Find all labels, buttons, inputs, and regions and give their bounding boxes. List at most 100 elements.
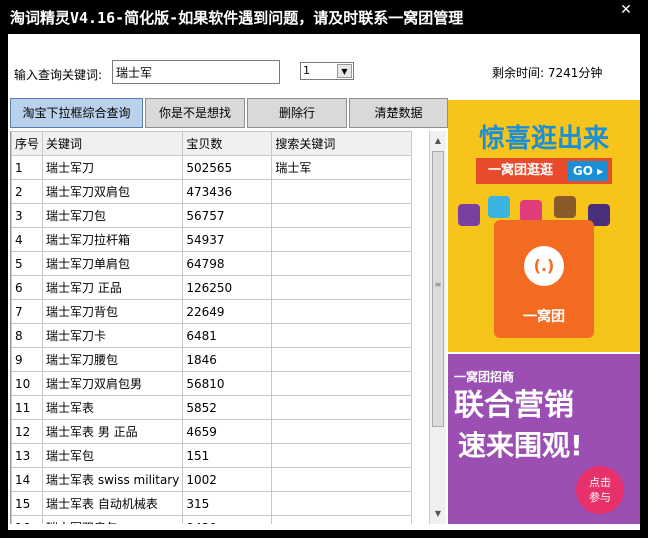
cell-keyword[interactable]: 瑞士军表 [42,395,184,420]
table-row[interactable]: 15 瑞士军表 自动机械表 315 [11,491,413,516]
cell-search-keyword[interactable] [271,251,413,276]
table-row[interactable]: 8 瑞士军刀卡 6481 [11,323,413,348]
ad-go-button[interactable]: GO ▸ [568,161,608,181]
close-icon[interactable]: ✕ [610,2,642,18]
ad-go-banner[interactable]: 一窝团逛逛 GO ▸ [476,158,612,184]
cell-item-count[interactable]: 1846 [182,347,273,372]
table-scrollbar[interactable]: ▲ ≡ ▼ [429,131,446,524]
cell-item-count[interactable]: 56757 [182,203,273,228]
cell-search-keyword[interactable] [271,491,413,516]
did-you-mean-button[interactable]: 你是不是想找 [145,98,245,128]
col-header-search-keyword[interactable]: 搜索关键词 [271,131,413,156]
cell-keyword[interactable]: 瑞士军包 [42,443,184,468]
table-row[interactable]: 14 瑞士军表 swiss military 1002 [11,467,413,492]
cell-item-count[interactable]: 315 [182,491,273,516]
table-row[interactable]: 11 瑞士军表 5852 [11,395,413,420]
cell-item-count[interactable]: 473436 [182,179,273,204]
cell-keyword[interactable]: 瑞士军刀 [42,155,184,180]
cell-item-count[interactable]: 56810 [182,371,273,396]
ad-banner-bottom[interactable]: 一窝团招商 联合营销 速来围观! 点击 参与 [448,354,640,524]
cell-keyword[interactable]: 瑞士军刀卡 [42,323,184,348]
table-row[interactable]: 6 瑞士军刀 正品 126250 [11,275,413,300]
cell-keyword[interactable]: 瑞士军表 自动机械表 [42,491,184,516]
cell-index[interactable]: 16 [11,515,44,524]
cell-keyword[interactable]: 瑞士军刀双肩包 [42,179,184,204]
taobao-dropdown-query-button[interactable]: 淘宝下拉框综合查询 [10,98,143,128]
cell-search-keyword[interactable] [271,395,413,420]
cell-search-keyword[interactable] [271,419,413,444]
cell-search-keyword[interactable]: 瑞士军 [271,155,413,180]
cell-search-keyword[interactable] [271,299,413,324]
cell-index[interactable]: 3 [11,203,44,228]
chevron-down-icon[interactable]: ▼ [337,64,352,78]
cell-index[interactable]: 8 [11,323,44,348]
cell-keyword[interactable]: 瑞士军表 男 正品 [42,419,184,444]
cell-search-keyword[interactable] [271,371,413,396]
cell-search-keyword[interactable] [271,227,413,252]
col-header-index[interactable]: 序号 [11,131,44,156]
cell-index[interactable]: 4 [11,227,44,252]
cell-search-keyword[interactable] [271,275,413,300]
cell-item-count[interactable]: 6481 [182,323,273,348]
ad-banner-top[interactable]: 惊喜逛出来 一窝团逛逛 GO ▸ (.) 一窝团 [448,100,640,352]
cell-item-count[interactable]: 64798 [182,251,273,276]
cell-item-count[interactable]: 54937 [182,227,273,252]
cell-keyword[interactable]: 瑞士军双肩包 [42,515,184,524]
cell-keyword[interactable]: 瑞士军刀腰包 [42,347,184,372]
col-header-item-count[interactable]: 宝贝数 [182,131,273,156]
cell-keyword[interactable]: 瑞士军表 swiss military [42,467,184,492]
cell-keyword[interactable]: 瑞士军刀双肩包男 [42,371,184,396]
cell-keyword[interactable]: 瑞士军刀包 [42,203,184,228]
table-row[interactable]: 9 瑞士军刀腰包 1846 [11,347,413,372]
cell-search-keyword[interactable] [271,347,413,372]
clear-data-button[interactable]: 清楚数据 [349,98,448,128]
cell-index[interactable]: 15 [11,491,44,516]
cell-index[interactable]: 1 [11,155,44,180]
cell-index[interactable]: 2 [11,179,44,204]
cell-index[interactable]: 6 [11,275,44,300]
cell-item-count[interactable]: 22649 [182,299,273,324]
title-bar[interactable]: 淘词精灵V4.16-简化版-如果软件遇到问题，请及时联系一窝团管理 ✕ [0,0,648,34]
cell-index[interactable]: 11 [11,395,44,420]
cell-keyword[interactable]: 瑞士军刀背包 [42,299,184,324]
table-row[interactable]: 4 瑞士军刀拉杆箱 54937 [11,227,413,252]
cell-index[interactable]: 5 [11,251,44,276]
scroll-thumb[interactable]: ≡ [432,151,444,427]
scroll-up-icon[interactable]: ▲ [430,133,446,149]
cell-search-keyword[interactable] [271,515,413,524]
table-row[interactable]: 2 瑞士军刀双肩包 473436 [11,179,413,204]
cell-item-count[interactable]: 126250 [182,275,273,300]
table-row[interactable]: 16瑞士军双肩包9430 [11,515,413,524]
cell-search-keyword[interactable] [271,203,413,228]
cell-keyword[interactable]: 瑞士军刀拉杆箱 [42,227,184,252]
cell-keyword[interactable]: 瑞士军刀 正品 [42,275,184,300]
cell-item-count[interactable]: 5852 [182,395,273,420]
cell-index[interactable]: 14 [11,467,44,492]
table-row[interactable]: 3 瑞士军刀包 56757 [11,203,413,228]
cell-keyword[interactable]: 瑞士军刀单肩包 [42,251,184,276]
cell-item-count[interactable]: 9430 [182,515,273,524]
table-row[interactable]: 10 瑞士军刀双肩包男 56810 [11,371,413,396]
cell-index[interactable]: 10 [11,371,44,396]
keyword-input[interactable]: 瑞士军 [112,60,280,84]
cell-item-count[interactable]: 4659 [182,419,273,444]
delete-row-button[interactable]: 删除行 [247,98,347,128]
cell-item-count[interactable]: 1002 [182,467,273,492]
cell-search-keyword[interactable] [271,179,413,204]
cell-index[interactable]: 7 [11,299,44,324]
cell-search-keyword[interactable] [271,323,413,348]
cell-index[interactable]: 12 [11,419,44,444]
table-row[interactable]: 13 瑞士军包 151 [11,443,413,468]
cell-item-count[interactable]: 502565 [182,155,273,180]
cell-index[interactable]: 13 [11,443,44,468]
table-row[interactable]: 5 瑞士军刀单肩包 64798 [11,251,413,276]
col-header-keyword[interactable]: 关键词 [42,131,184,156]
cell-item-count[interactable]: 151 [182,443,273,468]
table-row[interactable]: 1 瑞士军刀 502565 瑞士军 [11,155,413,180]
cell-search-keyword[interactable] [271,467,413,492]
page-select[interactable]: 1 ▼ [300,62,354,80]
cell-index[interactable]: 9 [11,347,44,372]
cell-search-keyword[interactable] [271,443,413,468]
scroll-down-icon[interactable]: ▼ [430,506,446,522]
table-row[interactable]: 7 瑞士军刀背包 22649 [11,299,413,324]
